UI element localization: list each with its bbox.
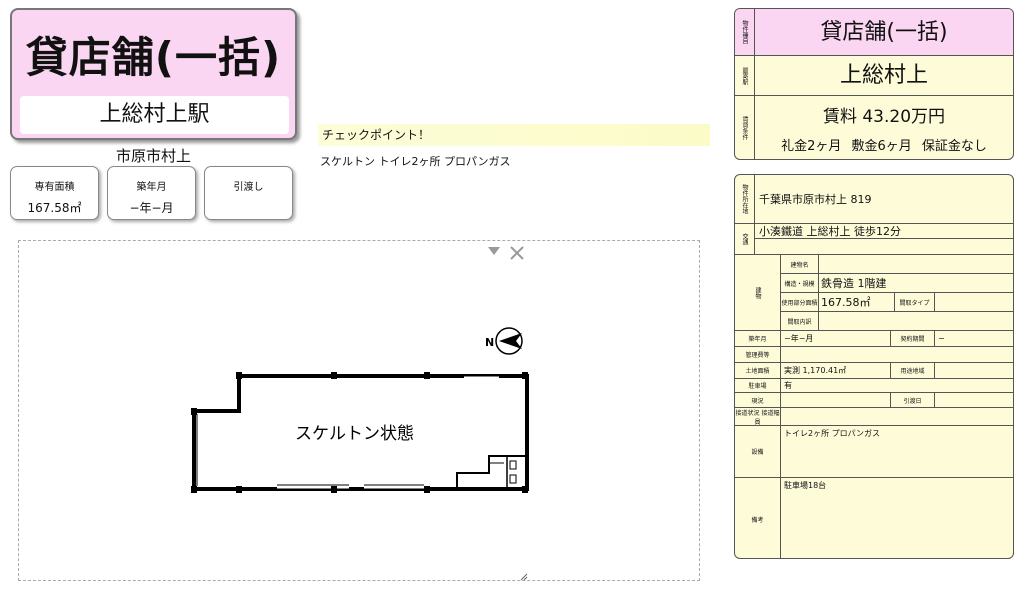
handover-date-value	[935, 393, 1013, 408]
contract-label: 契約期間	[891, 331, 935, 347]
floor-plan: N スケルトン状態	[18, 240, 700, 581]
north-label: N	[485, 336, 494, 349]
rent-value: 賃料 43.20万円	[822, 107, 946, 127]
area-value: 167.58㎡	[27, 201, 82, 215]
side-station: 最寄駅	[735, 56, 755, 96]
handover-label: 引渡し	[233, 182, 264, 193]
property-type-title: 貸店舗(一括)	[25, 33, 282, 82]
facilities-text: スケルトン トイレ2ヶ所 プロパンガス	[320, 155, 511, 168]
notes-label: 備考	[735, 478, 781, 558]
side-terms: 賃貸条件	[735, 96, 755, 159]
bldg-name-value	[819, 255, 1013, 274]
road-label: 接道状況 接道幅員	[735, 408, 781, 426]
parking-label: 駐車場	[735, 379, 781, 393]
layout-type-value	[935, 293, 1013, 312]
notes-value: 駐車場18台	[781, 478, 1013, 558]
title-card: 貸店舗(一括) 上総村上駅	[10, 8, 297, 140]
traffic-value: 小湊鐵道 上総村上 徒歩12分	[755, 224, 1013, 239]
city-name: 市原市村上	[115, 147, 191, 165]
status-value	[781, 393, 891, 408]
room-label: スケルトン状態	[295, 424, 414, 444]
checkpoint-bar: チェックポイント！	[318, 124, 710, 146]
summary-type: 貸店舗(一括)	[755, 9, 1013, 56]
address-side: 物件所在地	[735, 175, 755, 224]
area-label: 専有面積	[34, 182, 75, 193]
land-value: 実測 1,170.41㎡	[781, 363, 891, 379]
summary-station: 上総村上	[755, 56, 1013, 96]
resize-grip-icon[interactable]	[520, 573, 528, 581]
fees-value: 礼金2ヶ月 敷金6ヶ月 保証金なし	[781, 139, 987, 154]
built-value-detail: −年−月	[781, 331, 891, 347]
area-card: 専有面積 167.58㎡	[10, 166, 99, 220]
built-card: 築年月 −年−月	[107, 166, 196, 220]
zoning-label: 用途地域	[891, 363, 935, 379]
address-value: 千葉県市原市村上 819	[755, 175, 1013, 224]
zoning-value	[935, 363, 1013, 379]
structure-label: 構造・規模	[781, 274, 819, 293]
station-name: 上総村上駅	[20, 96, 289, 134]
detail-panel: 物件所在地 千葉県市原市村上 819 交通 小湊鐵道 上総村上 徒歩12分 建物…	[734, 174, 1014, 559]
mgmt-value	[781, 347, 1013, 363]
dropdown-icon[interactable]	[488, 247, 500, 255]
close-icon[interactable]	[510, 246, 524, 260]
area-value-detail: 167.58㎡	[819, 293, 895, 312]
road-value	[781, 408, 1013, 426]
building-side: 建物	[735, 255, 781, 331]
structure-value: 鉄骨造 1階建	[819, 274, 1013, 293]
equipment-value: トイレ2ヶ所 プロパンガス	[781, 426, 1013, 478]
equipment-label: 設備	[735, 426, 781, 478]
status-label: 現況	[735, 393, 781, 408]
summary-terms: 賃料 43.20万円 礼金2ヶ月 敷金6ヶ月 保証金なし	[755, 96, 1013, 159]
handover-date-label: 引渡日	[891, 393, 935, 408]
parking-value: 有	[781, 379, 1013, 393]
summary-panel: 物件種目 最寄駅 賃貸条件 貸店舗(一括) 上総村上 賃料 43.20万円 礼金…	[734, 8, 1014, 160]
side-type: 物件種目	[735, 9, 755, 56]
contract-value: −	[935, 331, 1013, 347]
handover-card: 引渡し	[204, 166, 293, 220]
built-label-detail: 築年月	[735, 331, 781, 347]
land-label: 土地面積	[735, 363, 781, 379]
layout-type-label: 間取タイプ	[895, 293, 935, 312]
layout-detail-value	[819, 312, 1013, 331]
layout-detail-label: 間取内訳	[781, 312, 819, 331]
area-label-detail: 使用部分面積	[781, 293, 819, 312]
traffic-side: 交通	[735, 224, 755, 255]
built-value: −年−月	[129, 201, 174, 215]
north-compass-icon: N	[485, 327, 523, 355]
bldg-name-label: 建物名	[781, 255, 819, 274]
traffic-blank	[755, 239, 1013, 255]
mgmt-label: 管理費等	[735, 347, 781, 363]
built-label: 築年月	[136, 182, 167, 193]
